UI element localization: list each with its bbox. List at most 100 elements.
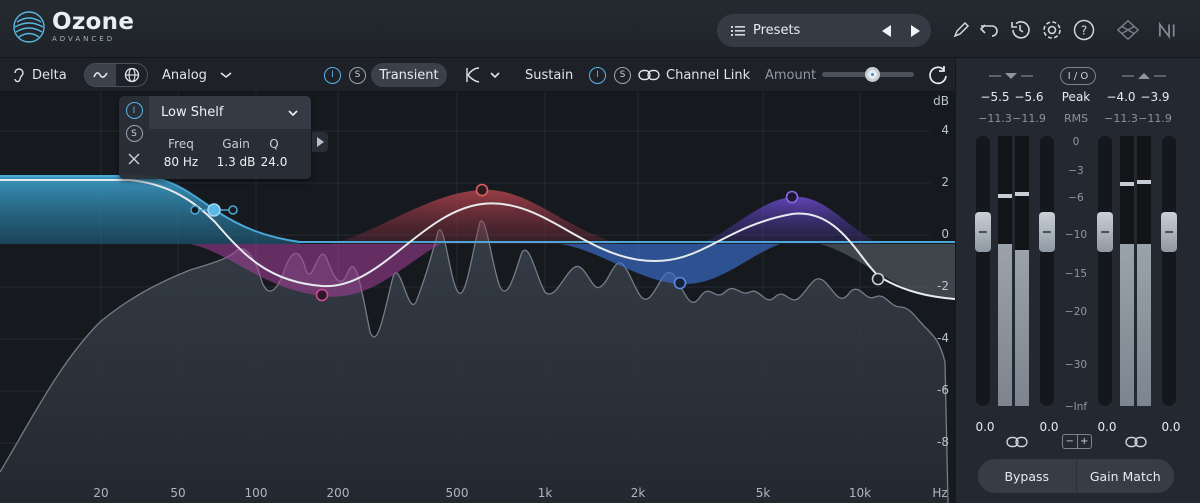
routing-button[interactable] xyxy=(1116,18,1140,42)
prev-arrow-icon xyxy=(882,24,891,37)
input-fader-left-handle[interactable] xyxy=(975,212,991,252)
transient-solo-button[interactable]: S xyxy=(349,66,366,84)
input-meter-right-fill xyxy=(1015,250,1029,406)
amount-label-wrap: Amount xyxy=(765,58,816,92)
band-2-node[interactable] xyxy=(315,288,329,302)
history-button[interactable] xyxy=(1008,18,1032,42)
help-icon: ? xyxy=(1073,19,1095,41)
output-fader-left-handle[interactable] xyxy=(1097,212,1113,252)
chevron-down-icon xyxy=(220,72,232,79)
band-type-dropdown[interactable]: Low Shelf xyxy=(149,96,311,129)
sustain-label-wrap: Sustain xyxy=(525,58,573,92)
db-tick: -4 xyxy=(937,331,949,345)
input-fader-left-value: 0.0 xyxy=(975,420,995,434)
output-meter-left-peak xyxy=(1120,182,1134,186)
hz-tick: 1k xyxy=(537,486,553,500)
band-5-node[interactable] xyxy=(785,190,799,204)
freq-value[interactable]: 80 Hz xyxy=(159,155,203,169)
input-fader-right-handle[interactable] xyxy=(1039,212,1055,252)
gain-param[interactable]: Gain 1.3 dB xyxy=(211,137,261,169)
offset-minus-button[interactable]: − xyxy=(1063,435,1078,448)
gain-value[interactable]: 1.3 dB xyxy=(211,155,261,169)
input-link-button[interactable] xyxy=(1006,435,1028,449)
q-label: Q xyxy=(269,137,279,151)
output-peak-left: −4.0 xyxy=(1106,90,1136,104)
sustain-solo-button[interactable]: S xyxy=(614,66,631,84)
io-toggle[interactable]: I / O xyxy=(1060,67,1096,85)
global-mode-button[interactable] xyxy=(116,64,147,86)
hz-tick: 200 xyxy=(326,486,350,500)
list-icon xyxy=(731,25,745,36)
output-gain-triangle-icon xyxy=(1122,73,1166,79)
eq-curve-mode-button[interactable] xyxy=(85,64,116,86)
scale-tick: −Inf xyxy=(1064,401,1088,413)
bypass-button[interactable]: Bypass xyxy=(978,459,1076,493)
input-fader-left[interactable] xyxy=(975,136,991,406)
band-6-node[interactable] xyxy=(871,272,885,286)
settings-button[interactable] xyxy=(1040,18,1064,42)
gear-icon xyxy=(1043,21,1061,39)
ear-icon xyxy=(14,68,24,83)
input-meter-left-fill xyxy=(998,244,1012,406)
input-fader-right-value: 0.0 xyxy=(1039,420,1059,434)
input-peak-right: −5.6 xyxy=(1014,90,1044,104)
eq-curve-icon xyxy=(92,72,108,78)
db-tick: -2 xyxy=(937,279,949,293)
sustain-label: Sustain xyxy=(525,67,574,83)
band-1-low-shelf-fill xyxy=(0,176,300,244)
band-enable-button[interactable]: I xyxy=(125,102,143,119)
globe-icon xyxy=(124,67,139,83)
output-link-button[interactable] xyxy=(1125,435,1147,449)
amount-slider-handle[interactable] xyxy=(865,67,881,82)
undo-button[interactable] xyxy=(977,18,1001,42)
freq-param[interactable]: Freq 80 Hz xyxy=(159,137,203,169)
transient-button[interactable]: Transient xyxy=(371,63,447,87)
hz-tick: 10k xyxy=(848,486,872,500)
help-button[interactable]: ? xyxy=(1072,18,1096,42)
output-fader-left[interactable] xyxy=(1097,136,1113,406)
hz-tick: 20 xyxy=(93,486,109,500)
input-fader-right[interactable] xyxy=(1039,136,1055,406)
q-value[interactable]: 24.0 xyxy=(259,155,289,169)
hz-unit-label: Hz xyxy=(932,486,948,500)
next-preset-button[interactable] xyxy=(903,19,927,43)
q-param[interactable]: Q 24.0 xyxy=(259,137,289,169)
delta-button[interactable]: Delta xyxy=(12,58,67,92)
ozone-logo: Ozone ADVANCED xyxy=(12,10,134,44)
band-4-node[interactable] xyxy=(673,276,687,290)
prev-preset-button[interactable] xyxy=(875,19,899,43)
offset-plus-button[interactable]: + xyxy=(1078,435,1092,448)
output-fader-right-handle[interactable] xyxy=(1161,212,1177,252)
chevron-right-icon xyxy=(317,137,324,147)
next-band-button[interactable] xyxy=(312,132,328,152)
db-tick: -6 xyxy=(937,383,949,397)
db-tick: 2 xyxy=(941,175,949,189)
db-tick: -8 xyxy=(937,435,949,449)
sustain-enable-button[interactable]: I xyxy=(589,66,606,84)
reset-button[interactable] xyxy=(927,58,949,92)
output-fader-right[interactable] xyxy=(1161,136,1177,406)
mode-toggle[interactable] xyxy=(84,63,148,87)
band-solo-button[interactable]: S xyxy=(125,125,143,142)
bypass-gainmatch-group: Bypass Gain Match xyxy=(978,459,1174,493)
mode-dropdown[interactable]: Analog xyxy=(162,58,233,92)
peak-label: Peak xyxy=(1061,90,1091,104)
pencil-button[interactable] xyxy=(949,18,973,42)
hz-tick: 500 xyxy=(445,486,469,500)
band-parameter-panel: I S Low Shelf Freq 80 Hz Gain 1.3 dB Q 2… xyxy=(119,96,328,179)
input-rms-right: −11.9 xyxy=(1012,112,1046,125)
amount-slider[interactable] xyxy=(822,67,914,82)
band-3-node[interactable] xyxy=(475,183,489,197)
scale-tick: −10 xyxy=(1064,229,1088,241)
control-row: Delta Analog I S Transient Sustain I S C… xyxy=(0,58,955,92)
presets-bar[interactable]: Presets xyxy=(717,14,931,47)
close-icon[interactable] xyxy=(127,152,141,166)
scale-tick: −15 xyxy=(1064,268,1088,280)
transient-enable-button[interactable]: I xyxy=(324,66,341,84)
scale-tick: −20 xyxy=(1064,306,1088,318)
gain-match-button[interactable]: Gain Match xyxy=(1075,459,1175,493)
output-meter-left xyxy=(1120,136,1134,406)
curve-shape-dropdown[interactable] xyxy=(465,58,501,92)
channel-link-button[interactable]: Channel Link xyxy=(638,58,750,92)
hz-tick: 2k xyxy=(630,486,646,500)
